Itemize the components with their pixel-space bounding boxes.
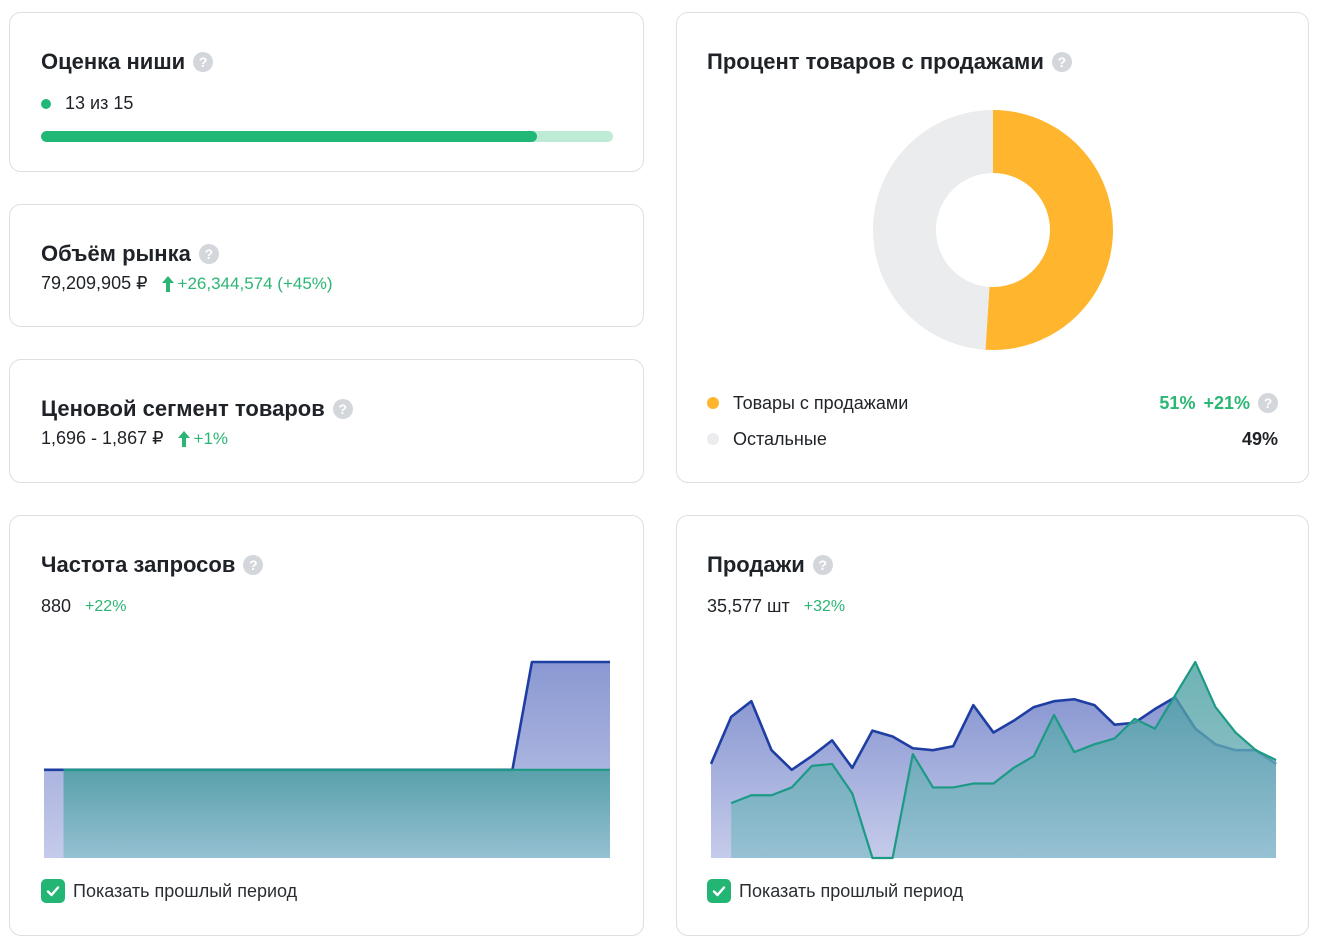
checkbox-label: Показать прошлый период	[739, 880, 964, 901]
market-volume-value: 79,209,905 ₽	[41, 273, 148, 293]
market-volume-card: Объём рынка ? 79,209,905 ₽ +26,344,574 (…	[9, 204, 644, 327]
help-icon[interactable]: ?	[198, 244, 219, 264]
arrow-up-icon	[177, 430, 190, 447]
price-segment-value-row: 1,696 - 1,867 ₽ +1%	[41, 428, 228, 449]
sales-value-row: 35,577 шт +32%	[707, 596, 845, 617]
legend-dot-icon	[707, 397, 719, 409]
arrow-up-icon	[161, 275, 174, 292]
help-icon[interactable]: ?	[193, 52, 214, 72]
niche-score-title-row: Оценка ниши ?	[41, 49, 214, 75]
market-volume-title: Объём рынка	[41, 241, 191, 266]
legend-change: +21%	[1203, 392, 1250, 413]
niche-score-progress	[41, 131, 613, 142]
legend-percent: 51%	[1159, 392, 1196, 413]
queries-show-previous[interactable]: Показать прошлый период	[41, 879, 297, 903]
checkbox-checked-icon[interactable]	[707, 879, 731, 903]
sales-card: Продажи ? 35,577 шт +32% Показать прошлы…	[676, 515, 1309, 936]
price-segment-value: 1,696 - 1,867 ₽	[41, 428, 164, 448]
price-segment-delta-text: +1%	[193, 428, 229, 448]
price-segment-title-row: Ценовой сегмент товаров ?	[41, 396, 353, 422]
market-volume-delta: +26,344,574 (+45%)	[161, 273, 333, 294]
market-volume-delta-text: +26,344,574 (+45%)	[177, 273, 333, 293]
checkbox-label: Показать прошлый период	[73, 880, 298, 901]
status-dot-icon	[41, 98, 51, 109]
market-volume-value-row: 79,209,905 ₽ +26,344,574 (+45%)	[41, 273, 333, 294]
sales-share-title-row: Процент товаров с продажами ?	[707, 49, 1072, 75]
legend-row-with-sales: Товары с продажами 51% +21% ?	[707, 391, 1278, 415]
sales-share-card: Процент товаров с продажами ? Товары с п…	[676, 12, 1309, 483]
queries-area-chart	[44, 660, 611, 858]
queries-value: 880	[41, 596, 72, 616]
queries-card: Частота запросов ? 880 +22% Показать про…	[9, 515, 644, 936]
donut-slice-1[interactable]	[872, 110, 993, 350]
help-icon[interactable]: ?	[812, 555, 833, 575]
price-segment-title: Ценовой сегмент товаров	[41, 396, 325, 421]
legend-percent: 49%	[1241, 428, 1278, 449]
legend-dot-icon	[707, 433, 719, 445]
legend-label: Остальные	[733, 428, 827, 449]
queries-delta: +22%	[85, 597, 127, 615]
market-volume-title-row: Объём рынка ?	[41, 241, 219, 267]
legend-label: Товары с продажами	[733, 392, 909, 413]
niche-score-value-row: 13 из 15	[41, 93, 133, 114]
queries-value-row: 880 +22%	[41, 596, 126, 617]
help-icon[interactable]: ?	[332, 399, 353, 419]
niche-score-title: Оценка ниши	[41, 49, 186, 74]
price-segment-delta: +1%	[177, 428, 229, 449]
sales-share-donut-chart	[872, 110, 1113, 350]
help-icon[interactable]: ?	[243, 555, 264, 575]
checkbox-checked-icon[interactable]	[41, 879, 65, 903]
sales-share-title: Процент товаров с продажами	[707, 49, 1044, 74]
sales-value: 35,577 шт	[707, 596, 790, 616]
help-icon[interactable]: ?	[1051, 52, 1072, 72]
sales-delta: +32%	[803, 597, 846, 615]
niche-score-progress-fill	[41, 131, 537, 142]
sales-area-chart	[709, 660, 1277, 860]
niche-score-card: Оценка ниши ? 13 из 15	[9, 12, 644, 172]
price-segment-card: Ценовой сегмент товаров ? 1,696 - 1,867 …	[9, 359, 644, 483]
donut-slice-0[interactable]	[985, 110, 1113, 350]
queries-title: Частота запросов	[41, 552, 236, 577]
sales-show-previous[interactable]: Показать прошлый период	[707, 879, 963, 903]
previous-area	[63, 769, 611, 858]
help-icon[interactable]: ?	[1258, 393, 1278, 413]
sales-title: Продажи	[707, 552, 805, 577]
niche-score-text: 13 из 15	[65, 93, 134, 113]
legend-row-other: Остальные 49%	[707, 427, 1278, 451]
queries-title-row: Частота запросов ?	[41, 552, 264, 578]
sales-title-row: Продажи ?	[707, 552, 833, 578]
